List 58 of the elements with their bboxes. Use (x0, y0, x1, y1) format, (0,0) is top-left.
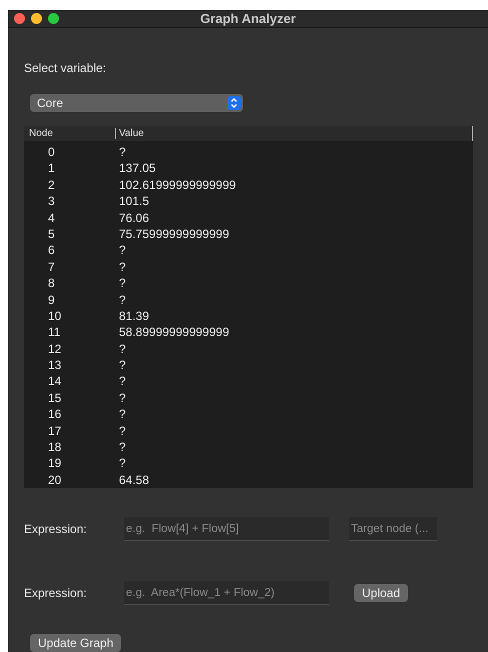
table-cell-text: ? (119, 276, 127, 290)
table-cell-text: ? (119, 456, 127, 470)
table-cell-text: 14 (47, 374, 62, 388)
table-cell-text: 81.39 (119, 308, 150, 323)
zoom-button[interactable] (48, 13, 59, 24)
table-cell-text: ? (119, 144, 127, 159)
table-cell-text: 9 (47, 292, 56, 306)
table-cell-text: 3 (47, 194, 56, 208)
table-cell-text: ? (119, 390, 127, 405)
table-cell-text: ? (119, 243, 127, 258)
column-header[interactable]: Value (115, 128, 472, 139)
close-button[interactable] (14, 13, 25, 24)
table-cell-text: 2 (47, 178, 56, 192)
update-graph-button[interactable]: Update Graph (30, 634, 122, 652)
select-label: Select variable: (24, 61, 106, 75)
table-cell-text: ? (119, 374, 127, 388)
expression-label: Expression: (24, 522, 88, 536)
table-cell-text: 16 (47, 407, 62, 422)
table-cell-text: ? (119, 440, 127, 454)
table-cell-text: 102.61999999999999 (119, 178, 237, 192)
window-title: Graph Analyzer (200, 11, 296, 26)
table-cell-text: 6 (47, 243, 56, 258)
table-cell-text: 137.05 (119, 161, 157, 176)
table-cell-text: 75.75999999999999 (119, 226, 230, 241)
expression-label: Expression: (24, 586, 88, 600)
table-cell-text: 1 (47, 161, 56, 176)
table-cell-text: 101.5 (119, 194, 150, 208)
chevron-updown-icon (227, 96, 241, 110)
table-cell-text: 19 (47, 456, 62, 470)
minimize-button[interactable] (31, 13, 42, 24)
table-cell-text: 5 (47, 226, 56, 241)
column-header[interactable]: Node (24, 128, 115, 139)
table-cell-text: ? (119, 260, 127, 274)
variable-dropdown[interactable]: Core (30, 94, 243, 112)
table-cell-text: 64.58 (119, 472, 150, 487)
table-cell-text: 0 (47, 144, 56, 159)
table-cell-text: 10 (47, 308, 62, 323)
table-cell-text: 11 (47, 325, 62, 340)
table-cell-text: 7 (47, 260, 56, 274)
table-cell-text: 15 (47, 390, 62, 405)
expression-field[interactable]: e.g. Area*(Flow_1 + Flow_2) (124, 581, 329, 605)
table-cell-text: 76.06 (119, 210, 150, 225)
upload-button[interactable]: Upload (354, 584, 408, 602)
table-cell-text: ? (119, 292, 127, 306)
table-cell-text: ? (119, 407, 127, 422)
table-cell-text: 20 (47, 472, 62, 487)
table-cell-text: 18 (47, 440, 62, 454)
table-cell-text: ? (119, 342, 127, 356)
table-cell-text: 12 (47, 342, 62, 356)
table-cell-text: 4 (47, 210, 56, 225)
table-cell-text: 58.89999999999999 (119, 325, 230, 340)
expression-field[interactable]: e.g. Flow[4] + Flow[5] (124, 517, 329, 541)
target-node-field[interactable]: Target node (... (349, 517, 437, 541)
table-cell-text: ? (119, 424, 127, 438)
table-cell-text: 17 (47, 424, 62, 438)
table-cell-text: ? (119, 358, 127, 372)
table-cell-text: 8 (47, 276, 56, 290)
table-cell-text: 13 (47, 358, 62, 372)
